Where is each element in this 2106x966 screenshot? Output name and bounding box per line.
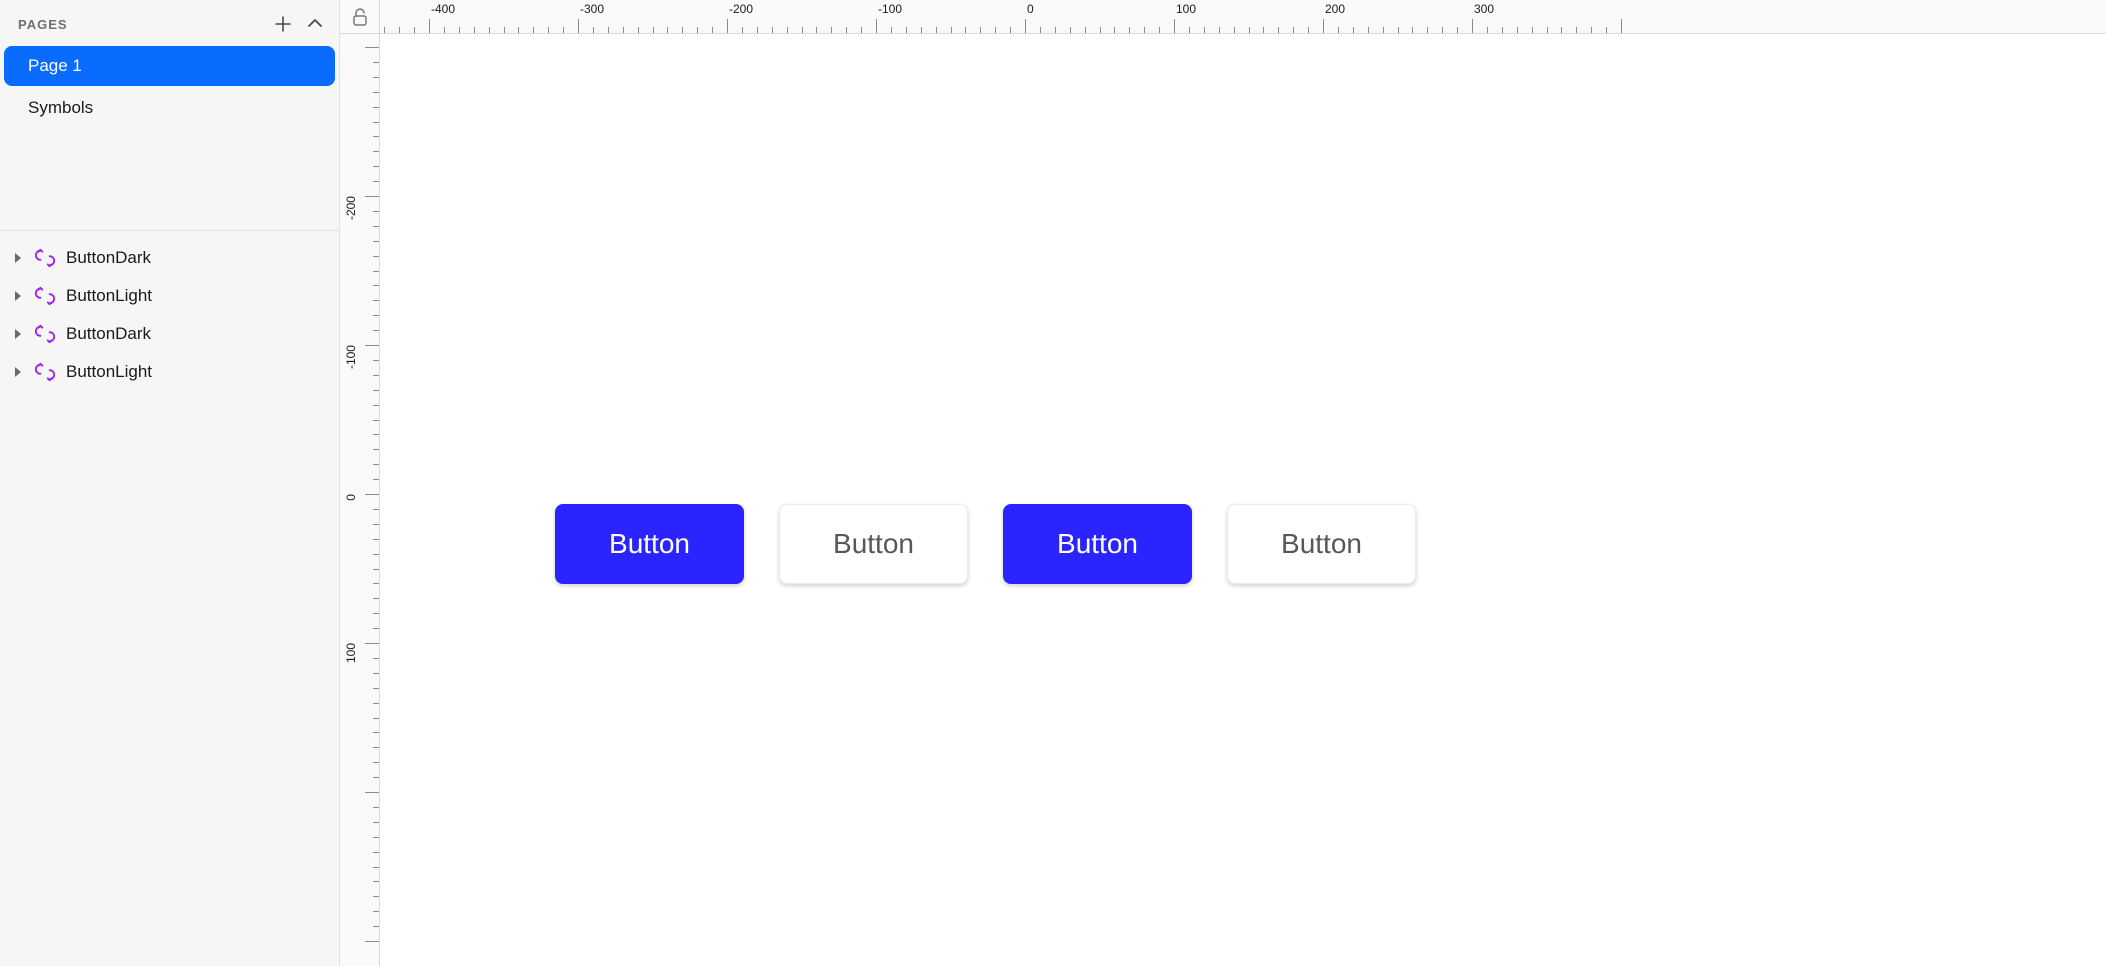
ruler-tick-label: 300 [1474,2,1494,16]
pages-label: PAGES [18,17,68,32]
pages-header: PAGES [0,0,339,44]
symbol-instance-icon [34,247,56,269]
layer-row[interactable]: ButtonDark [0,239,339,277]
canvas[interactable]: Button Button Button Button [380,34,2106,966]
ruler-tick-label: -400 [431,2,455,16]
layer-row[interactable]: ButtonLight [0,277,339,315]
canvas-button-dark[interactable]: Button [1003,504,1192,584]
symbol-instance-icon [34,361,56,383]
ruler-tick-label: 100 [1176,2,1196,16]
canvas-button-dark[interactable]: Button [555,504,744,584]
vertical-ruler[interactable]: -200 -100 0 100 [340,34,380,966]
layer-list: ButtonDark ButtonLight ButtonDark [0,231,339,391]
ruler-corner[interactable] [340,0,380,34]
layer-label: ButtonDark [66,324,151,344]
canvas-button-light[interactable]: Button [779,504,968,584]
page-item-label: Symbols [28,98,93,117]
ruler-tick-label: -200 [729,2,753,16]
page-list: Page 1 Symbols [0,44,339,130]
page-item-page1[interactable]: Page 1 [4,46,335,86]
collapse-pages-button[interactable] [305,14,325,34]
layer-row[interactable]: ButtonLight [0,353,339,391]
ruler-tick-label: 100 [344,643,358,663]
symbol-instance-icon [34,285,56,307]
add-page-button[interactable] [273,14,293,34]
symbol-instance-icon [34,323,56,345]
chevron-right-icon [12,290,24,302]
layer-label: ButtonDark [66,248,151,268]
layer-label: ButtonLight [66,286,152,306]
canvas-button-label: Button [1281,528,1362,560]
chevron-right-icon [12,366,24,378]
page-item-label: Page 1 [28,56,82,75]
pages-header-actions [273,14,325,34]
plus-icon [273,14,293,34]
ruler-tick-label: -100 [878,2,902,16]
layer-label: ButtonLight [66,362,152,382]
ruler-tick-label: -200 [344,196,358,220]
horizontal-ruler[interactable]: -400 -300 -200 -100 0 100 200 300 [380,0,2106,34]
layer-row[interactable]: ButtonDark [0,315,339,353]
chevron-right-icon [12,252,24,264]
canvas-button-label: Button [609,528,690,560]
canvas-button-light[interactable]: Button [1227,504,1416,584]
ruler-tick-label: 0 [344,494,358,501]
ruler-tick-label: -100 [344,345,358,369]
canvas-button-label: Button [1057,528,1138,560]
canvas-area: -400-300-200-1000100200300 -200-1000100 … [340,0,2106,966]
chevron-up-icon [305,14,325,34]
page-item-symbols[interactable]: Symbols [4,88,335,128]
canvas-button-label: Button [833,528,914,560]
sidebar: PAGES Page 1 Symbols [0,0,340,966]
ruler-tick-label: -300 [580,2,604,16]
ruler-tick-label: 0 [1027,2,1034,16]
chevron-right-icon [12,328,24,340]
ruler-tick-label: 200 [1325,2,1345,16]
lock-open-icon [352,8,368,26]
